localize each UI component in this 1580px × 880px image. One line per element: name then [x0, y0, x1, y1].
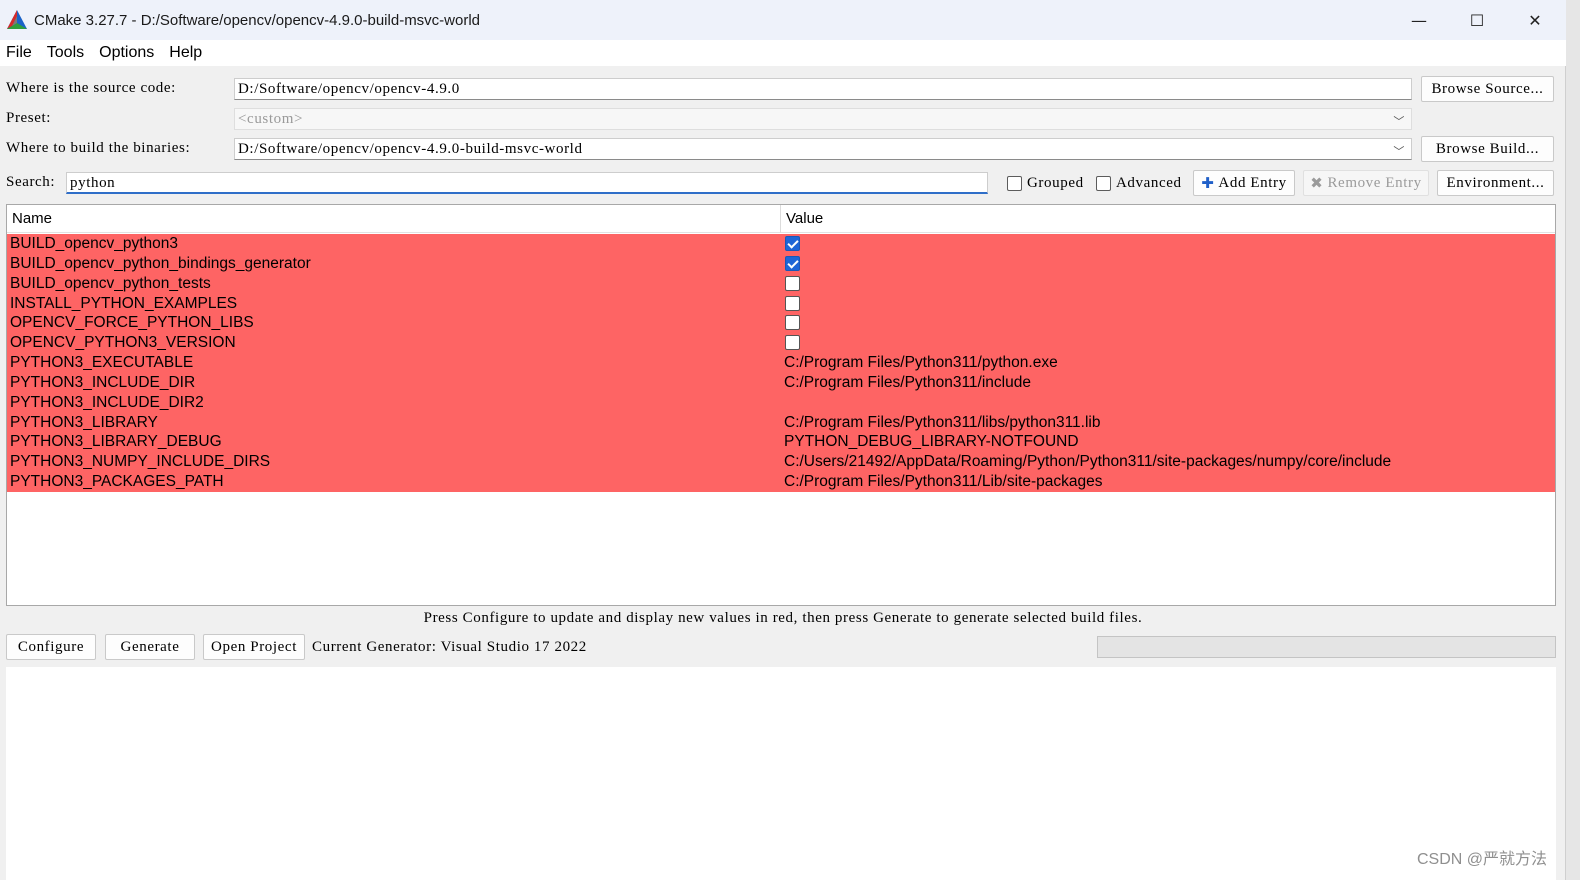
table-row[interactable]: PYTHON3_INCLUDE_DIR2 [7, 392, 1555, 413]
advanced-label: Advanced [1116, 175, 1182, 191]
grouped-label: Grouped [1027, 175, 1084, 191]
advanced-box[interactable] [1096, 176, 1111, 191]
menu-tools[interactable]: Tools [41, 44, 90, 62]
browse-source-button[interactable]: Browse Source... [1421, 76, 1554, 102]
grouped-box[interactable] [1007, 176, 1022, 191]
source-row: Where is the source code: D:/Software/op… [0, 76, 1566, 102]
watermark: CSDN @严就方法 [1417, 851, 1548, 868]
checkbox-unchecked[interactable] [785, 315, 800, 331]
minimize-button[interactable]: — [1390, 0, 1448, 40]
progress-bar [1097, 636, 1556, 658]
menu-options[interactable]: Options [93, 44, 160, 62]
row-value[interactable]: C:/Program Files/Python311/python.exe [784, 353, 1058, 373]
row-name: INSTALL_PYTHON_EXAMPLES [10, 294, 238, 312]
preset-select: <custom> ﹀ [234, 108, 1412, 130]
generate-button[interactable]: Generate [105, 634, 195, 660]
source-path-input[interactable]: D:/Software/opencv/opencv-4.9.0 [234, 78, 1412, 100]
row-name: PYTHON3_LIBRARY [10, 413, 158, 431]
search-row: Search: python Grouped Advanced ✚ Add En… [0, 170, 1566, 196]
close-icon: ✕ [1528, 10, 1542, 30]
search-input[interactable]: python [66, 172, 988, 194]
column-divider[interactable] [780, 205, 781, 233]
preset-row: Preset: <custom> ﹀ [0, 106, 1566, 132]
row-name: BUILD_opencv_python_bindings_generator [10, 254, 311, 272]
table-row[interactable]: OPENCV_PYTHON3_VERSION [7, 333, 1555, 354]
table-row[interactable]: PYTHON3_INCLUDE_DIR C:/Program Files/Pyth… [7, 372, 1555, 393]
cmake-logo-icon [7, 10, 27, 29]
close-button[interactable]: ✕ [1506, 0, 1564, 40]
table-row[interactable]: BUILD_opencv_python_bindings_generator [7, 253, 1555, 274]
row-value[interactable]: C:/Program Files/Python311/libs/python31… [784, 413, 1100, 433]
row-name: BUILD_opencv_python3 [10, 235, 179, 252]
preset-label: Preset: [6, 110, 52, 126]
row-name: PYTHON3_NUMPY_INCLUDE_DIRS [10, 453, 271, 471]
cmake-window: CMake 3.27.7 - D:/Software/opencv/opencv… [0, 0, 1566, 880]
checkbox-unchecked[interactable] [785, 275, 800, 291]
plus-icon: ✚ [1201, 174, 1215, 192]
add-entry-label: Add Entry [1218, 174, 1287, 191]
open-project-button[interactable]: Open Project [203, 634, 305, 660]
checkbox-checked[interactable] [785, 255, 800, 271]
row-name: PYTHON3_EXECUTABLE [10, 354, 194, 372]
add-entry-button[interactable]: ✚ Add Entry [1193, 170, 1295, 196]
checkbox-checked[interactable] [785, 236, 800, 251]
row-name: PYTHON3_INCLUDE_DIR2 [10, 393, 204, 411]
row-name: BUILD_opencv_python_tests [10, 274, 211, 292]
checkbox-unchecked[interactable] [785, 295, 800, 311]
remove-entry-button: ✖ Remove Entry [1303, 170, 1429, 196]
table-row[interactable]: PYTHON3_EXECUTABLE C:/Program Files/Pytho… [7, 353, 1555, 373]
table-body: BUILD_opencv_python3 BUILD_opencv_python_… [7, 234, 1555, 492]
row-value[interactable]: C:/Users/21492/AppData/Roaming/Python/Py… [784, 452, 1391, 472]
table-row[interactable]: OPENCV_FORCE_PYTHON_LIBS [7, 313, 1555, 334]
configure-button[interactable]: Configure [6, 634, 96, 660]
minimize-icon: — [1411, 10, 1427, 30]
search-label: Search: [6, 174, 56, 190]
row-name: PYTHON3_PACKAGES_PATH [10, 473, 224, 491]
maximize-button[interactable]: ☐ [1448, 0, 1506, 40]
column-header-value[interactable]: Value [786, 210, 823, 227]
table-header: Name Value [7, 205, 1555, 233]
window-title: CMake 3.27.7 - D:/Software/opencv/opencv… [34, 11, 481, 29]
source-label: Where is the source code: [6, 80, 176, 96]
checkbox-unchecked[interactable] [785, 335, 800, 351]
row-name: OPENCV_PYTHON3_VERSION [10, 334, 236, 352]
table-row[interactable]: BUILD_opencv_python3 [7, 234, 1555, 254]
hint-text: Press Configure to update and display ne… [423, 610, 1143, 626]
row-name: PYTHON3_INCLUDE_DIR [10, 373, 196, 391]
row-value[interactable]: PYTHON_DEBUG_LIBRARY-NOTFOUND [784, 432, 1079, 452]
chevron-down-icon[interactable]: ﹀ [1393, 142, 1405, 159]
menu-file[interactable]: File [0, 44, 38, 62]
current-generator-text: Current Generator: Visual Studio 17 2022 [312, 639, 587, 655]
row-name: OPENCV_FORCE_PYTHON_LIBS [10, 314, 254, 332]
menu-bar: File Tools Options Help [0, 40, 1566, 66]
row-value[interactable]: C:/Program Files/Python311/Lib/site-pack… [784, 472, 1102, 492]
table-row[interactable]: INSTALL_PYTHON_EXAMPLES [7, 293, 1555, 314]
remove-icon: ✖ [1310, 174, 1324, 192]
row-name: PYTHON3_LIBRARY_DEBUG [10, 433, 222, 451]
table-row[interactable]: PYTHON3_LIBRARY_DEBUG PYTHON_DEBUG_LIBRAR… [7, 432, 1555, 453]
advanced-checkbox[interactable]: Advanced [1096, 175, 1182, 192]
build-path-combo[interactable]: D:/Software/opencv/opencv-4.9.0-build-ms… [234, 138, 1412, 160]
window-edge [1566, 0, 1580, 880]
title-bar: CMake 3.27.7 - D:/Software/opencv/opencv… [0, 0, 1566, 40]
menu-help[interactable]: Help [163, 44, 208, 62]
row-value[interactable]: C:/Program Files/Python311/include [784, 373, 1031, 393]
table-row[interactable]: PYTHON3_PACKAGES_PATH C:/Program Files/Py… [7, 472, 1555, 492]
environment-button[interactable]: Environment... [1437, 170, 1554, 196]
build-row: Where to build the binaries: D:/Software… [0, 136, 1566, 162]
table-row[interactable]: BUILD_opencv_python_tests [7, 273, 1555, 294]
column-header-name[interactable]: Name [12, 210, 52, 227]
grouped-checkbox[interactable]: Grouped [1007, 175, 1084, 192]
chevron-down-icon: ﹀ [1393, 116, 1405, 128]
table-row[interactable]: PYTHON3_NUMPY_INCLUDE_DIRS C:/Users/21492… [7, 452, 1555, 473]
build-path-value: D:/Software/opencv/opencv-4.9.0-build-ms… [238, 141, 583, 157]
cache-table[interactable]: Name Value BUILD_opencv_python3 BUILD_ope… [6, 204, 1556, 606]
table-row[interactable]: PYTHON3_LIBRARY C:/Program Files/Python31… [7, 412, 1555, 433]
maximize-icon: ☐ [1469, 10, 1485, 30]
build-label: Where to build the binaries: [6, 140, 191, 156]
output-log[interactable] [6, 667, 1556, 880]
preset-value: <custom> [238, 111, 304, 127]
browse-build-button[interactable]: Browse Build... [1421, 136, 1554, 162]
remove-entry-label: Remove Entry [1327, 174, 1422, 191]
